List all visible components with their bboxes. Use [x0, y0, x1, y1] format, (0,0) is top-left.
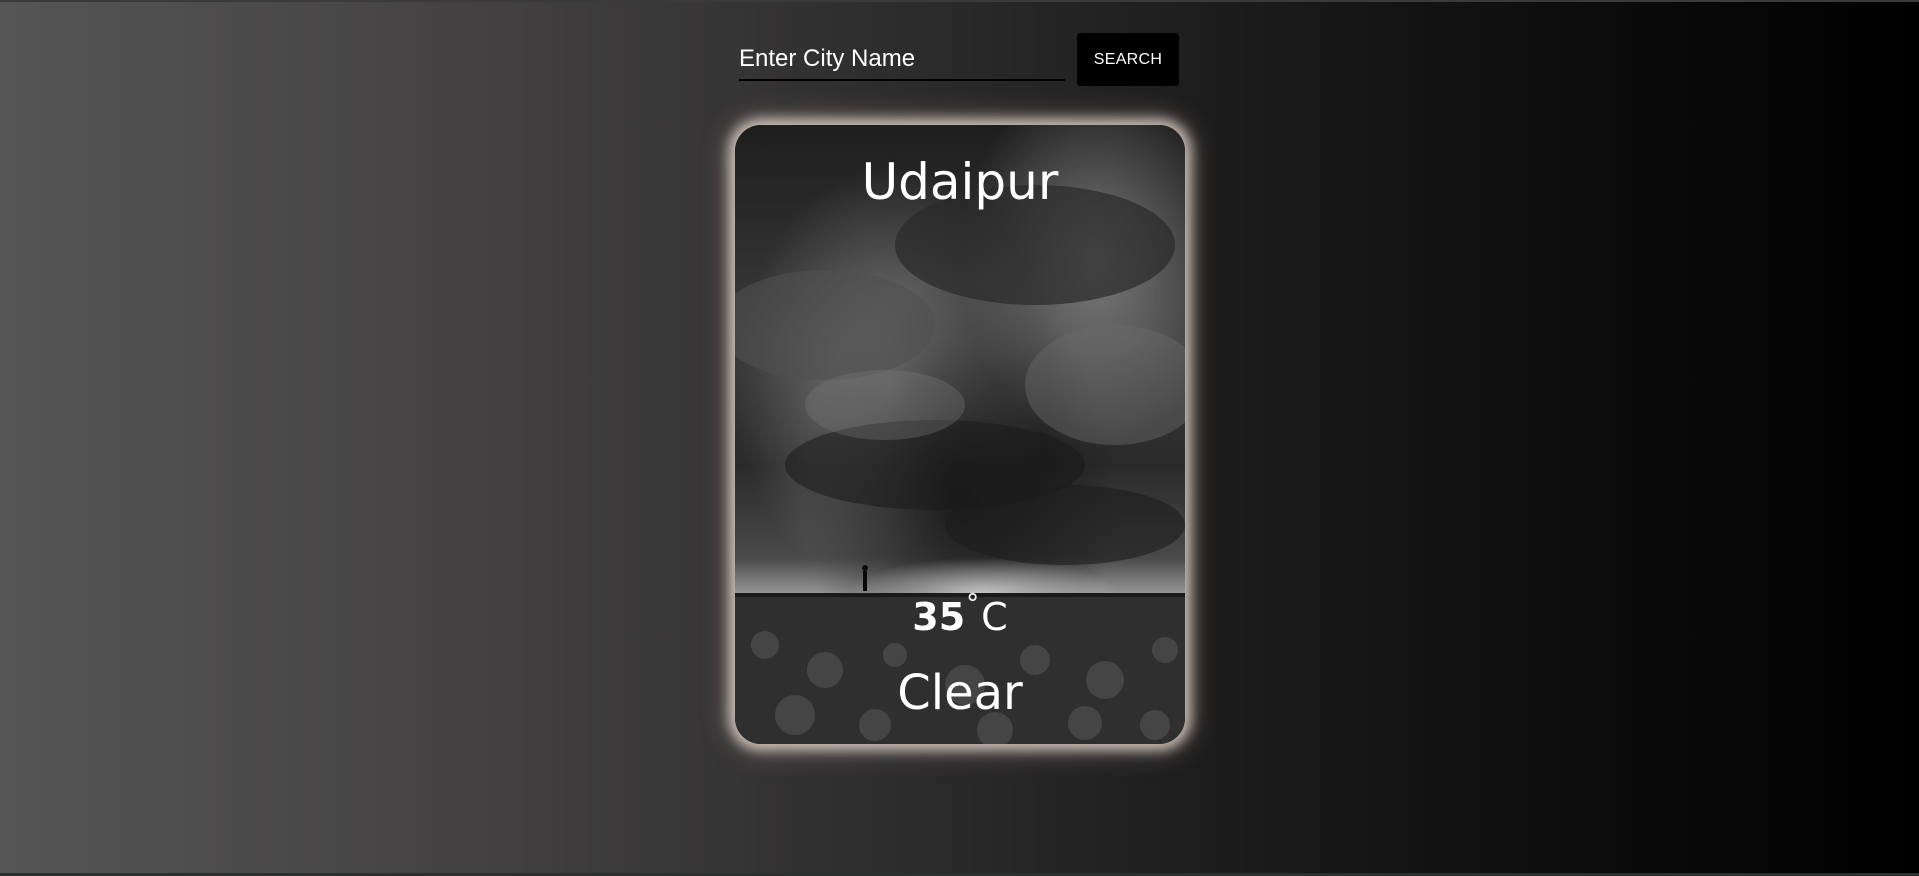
temperature-display: 35°C — [735, 589, 1185, 639]
city-name: Udaipur — [861, 153, 1059, 211]
weather-condition: Clear — [897, 665, 1023, 721]
city-search-input[interactable] — [739, 39, 1065, 81]
temperature-value: 35 — [912, 595, 966, 639]
window-top-border — [0, 0, 1919, 2]
stormy-sky-background-image — [735, 125, 1185, 744]
weather-card: Udaipur 35°C Clear — [735, 125, 1185, 744]
degree-symbol: ° — [966, 589, 980, 619]
temperature-unit: C — [981, 595, 1008, 639]
search-button[interactable]: SEARCH — [1077, 33, 1179, 86]
search-bar: SEARCH — [739, 33, 1179, 87]
